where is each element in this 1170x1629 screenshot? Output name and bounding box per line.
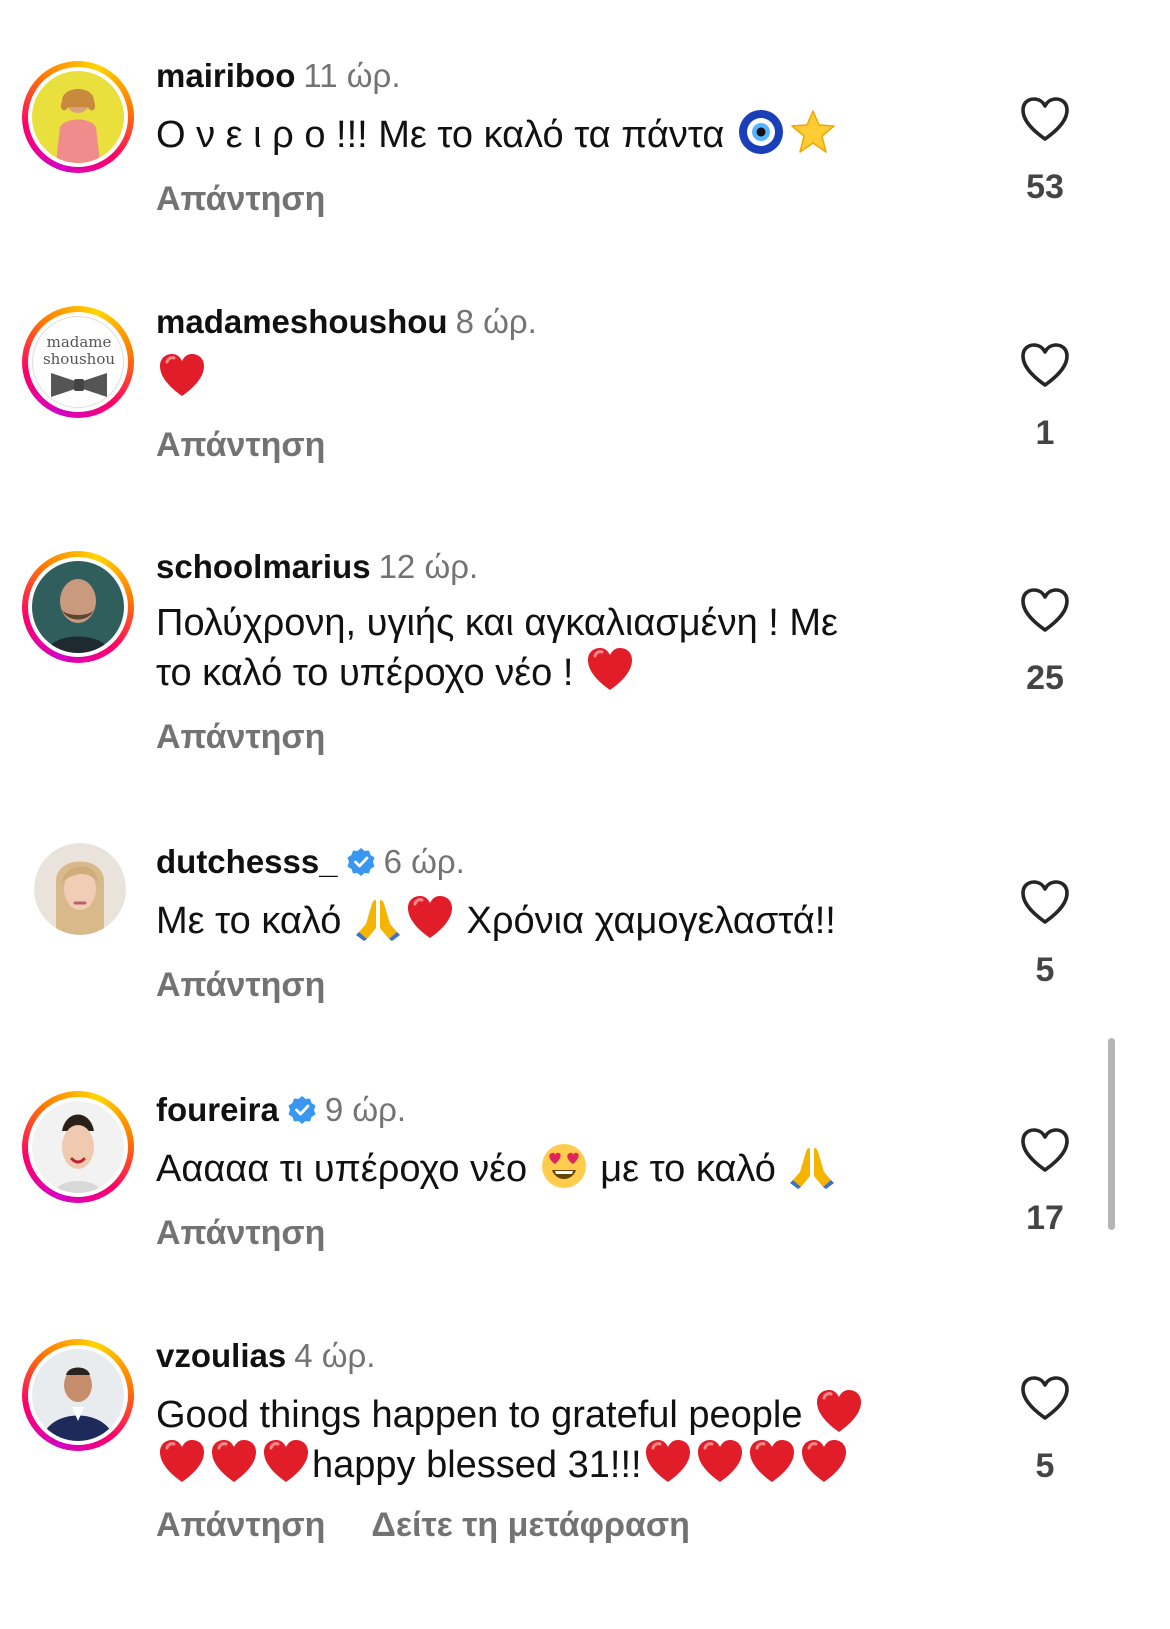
- timestamp: 9 ώρ.: [324, 1091, 407, 1128]
- avatar[interactable]: madame shoushou: [22, 306, 134, 418]
- verified-badge-icon: [346, 847, 376, 877]
- like-count: 5: [1035, 1447, 1055, 1485]
- like-count: 5: [1035, 951, 1055, 989]
- username[interactable]: mairiboo: [156, 57, 295, 94]
- red-heart-icon: [800, 1438, 848, 1486]
- red-heart-icon: [158, 352, 206, 400]
- folded-hands-icon: [354, 894, 402, 942]
- comment-text: Ο ν ε ι ρ ο !!! Με το καλό τα πάντα: [156, 108, 946, 158]
- person-photo: [56, 89, 100, 163]
- avatar[interactable]: [22, 551, 134, 663]
- username[interactable]: foureira: [156, 1091, 279, 1128]
- reply-button[interactable]: Απάντηση: [156, 1214, 325, 1252]
- comment-text: Πολύχρονη, υγιής και αγκαλιασμένη ! Με τ…: [156, 602, 838, 694]
- avatar[interactable]: [22, 1339, 134, 1451]
- comment-text: [156, 352, 946, 402]
- nazar-eye-icon: [737, 108, 785, 156]
- avatar[interactable]: [22, 61, 134, 173]
- heart-outline-icon[interactable]: [1020, 1376, 1070, 1422]
- username[interactable]: dutchesss_: [156, 843, 338, 880]
- comment-meta: schoolmarius 12 ώρ.: [156, 547, 478, 587]
- heart-outline-icon[interactable]: [1020, 343, 1070, 389]
- red-heart-icon: [696, 1438, 744, 1486]
- comment-meta: vzoulias 4 ώρ.: [156, 1336, 375, 1376]
- reply-button[interactable]: Απάντηση: [156, 426, 325, 464]
- star-icon: [789, 108, 837, 156]
- red-heart-icon: [644, 1438, 692, 1486]
- timestamp: 12 ώρ.: [378, 548, 479, 585]
- comment-text: Με το καλό Χρόνια χαμογελαστά!!: [156, 894, 946, 944]
- heart-outline-icon[interactable]: [1020, 97, 1070, 143]
- avatar-logo-text: madame: [46, 333, 112, 351]
- heart-outline-icon[interactable]: [1020, 880, 1070, 926]
- see-translation-button[interactable]: Δείτε τη μετάφραση: [371, 1506, 690, 1544]
- avatar[interactable]: [22, 1091, 134, 1203]
- comment-meta: foureira 9 ώρ.: [156, 1090, 406, 1130]
- comment-text: Ααααα τι υπέροχο νέο με το καλό: [156, 1142, 946, 1192]
- comment-meta: dutchesss_ 6 ώρ.: [156, 842, 465, 882]
- person-photo: [46, 579, 110, 653]
- red-heart-icon: [158, 1438, 206, 1486]
- timestamp: 8 ώρ.: [455, 303, 537, 340]
- red-heart-icon: [586, 646, 634, 694]
- reply-button[interactable]: Απάντηση: [156, 718, 325, 756]
- avatar-logo-text: shoushou: [42, 350, 116, 368]
- bowtie-icon: [51, 373, 107, 397]
- scrollbar[interactable]: [1108, 1038, 1115, 1230]
- like-count: 17: [1026, 1199, 1064, 1237]
- person-photo: [54, 1114, 102, 1193]
- folded-hands-icon: [788, 1142, 836, 1190]
- red-heart-icon: [262, 1438, 310, 1486]
- like-count: 53: [1026, 168, 1064, 206]
- red-heart-icon: [748, 1438, 796, 1486]
- timestamp: 4 ώρ.: [294, 1337, 376, 1374]
- heart-outline-icon[interactable]: [1020, 588, 1070, 634]
- verified-badge-icon: [287, 1095, 317, 1125]
- like-count: 25: [1026, 659, 1064, 697]
- reply-button[interactable]: Απάντηση: [156, 966, 325, 1004]
- comment-text: Good things happen to grateful people ha…: [156, 1388, 956, 1488]
- timestamp: 6 ώρ.: [383, 843, 465, 880]
- comment-meta: mairiboo 11 ώρ.: [156, 56, 401, 96]
- red-heart-icon: [406, 894, 454, 942]
- username[interactable]: vzoulias: [156, 1337, 286, 1374]
- red-heart-icon: [210, 1438, 258, 1486]
- person-photo: [42, 1367, 114, 1441]
- avatar[interactable]: [22, 843, 134, 955]
- comment-meta: madameshoushou 8 ώρ.: [156, 302, 537, 342]
- username[interactable]: madameshoushou: [156, 303, 448, 340]
- reply-button[interactable]: Απάντηση: [156, 1506, 325, 1544]
- timestamp: 11 ώρ.: [303, 57, 401, 94]
- red-heart-icon: [815, 1388, 863, 1436]
- person-photo: [56, 861, 104, 935]
- like-count: 1: [1035, 414, 1055, 452]
- heart-eyes-face-icon: [540, 1142, 588, 1190]
- username[interactable]: schoolmarius: [156, 548, 371, 585]
- reply-button[interactable]: Απάντηση: [156, 180, 325, 218]
- heart-outline-icon[interactable]: [1020, 1128, 1070, 1174]
